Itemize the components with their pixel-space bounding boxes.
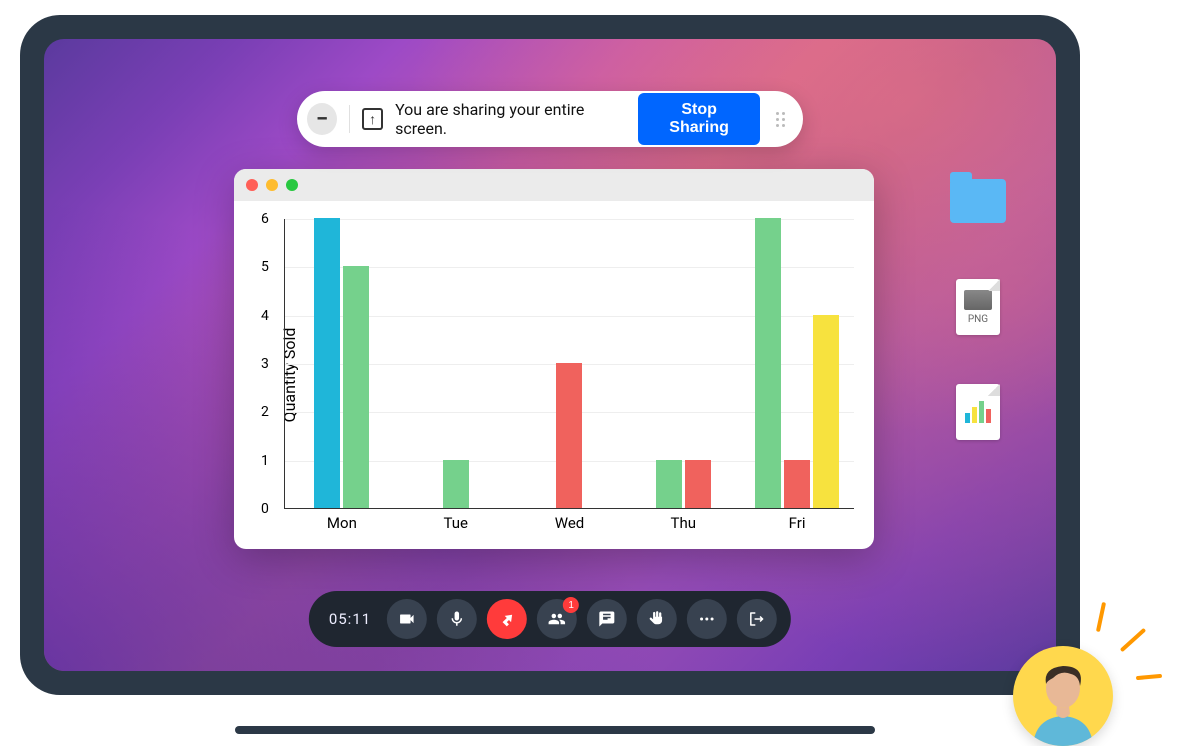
bar xyxy=(556,363,582,508)
emphasis-line-icon xyxy=(1096,602,1106,632)
screen-share-toolbar: − You are sharing your entire screen. St… xyxy=(297,91,803,147)
maximize-window-button[interactable] xyxy=(286,179,298,191)
drag-handle-icon[interactable] xyxy=(772,112,785,127)
chat-button[interactable] xyxy=(587,599,627,639)
bar-group: Fri xyxy=(740,219,854,508)
window-titlebar[interactable] xyxy=(234,169,874,201)
bar-group: Mon xyxy=(285,219,399,508)
minimize-window-button[interactable] xyxy=(266,179,278,191)
bar xyxy=(813,315,839,508)
x-tick-label: Tue xyxy=(443,514,467,532)
chat-icon xyxy=(598,610,616,628)
call-control-toolbar: 05:11 1 xyxy=(309,591,791,647)
desktop-screen: − You are sharing your entire screen. St… xyxy=(44,39,1056,671)
chart-area: Quantity Sold 0123456MonTueWedThuFri xyxy=(234,201,874,549)
tablet-device-frame: − You are sharing your entire screen. St… xyxy=(20,15,1080,695)
camera-button[interactable] xyxy=(387,599,427,639)
share-screen-button[interactable] xyxy=(487,599,527,639)
microphone-icon xyxy=(448,610,466,628)
y-tick-label: 1 xyxy=(261,453,269,469)
bar-group: Thu xyxy=(626,219,740,508)
bar xyxy=(755,218,781,508)
bar-chart-plot: 0123456MonTueWedThuFri xyxy=(284,219,854,509)
person-icon xyxy=(1023,656,1103,746)
bar xyxy=(443,460,469,508)
y-tick-label: 4 xyxy=(261,308,269,324)
leave-call-button[interactable] xyxy=(737,599,777,639)
participants-badge: 1 xyxy=(563,597,579,613)
desktop-folder-icon[interactable] xyxy=(948,179,1008,223)
emphasis-line-icon xyxy=(1120,628,1146,652)
share-status-text: You are sharing your entire screen. xyxy=(395,100,626,138)
y-tick-label: 5 xyxy=(261,259,269,275)
device-stand xyxy=(235,726,875,734)
stop-sharing-button[interactable]: Stop Sharing xyxy=(638,93,760,145)
share-screen-icon xyxy=(362,108,383,130)
y-tick-label: 2 xyxy=(261,404,269,420)
desktop-png-file-icon[interactable]: PNG xyxy=(948,279,1008,335)
desktop-chart-file-icon[interactable] xyxy=(948,384,1008,440)
bar-group: Wed xyxy=(513,219,627,508)
exit-icon xyxy=(748,610,766,628)
x-tick-label: Fri xyxy=(789,514,806,532)
bar xyxy=(784,460,810,508)
bar-group: Tue xyxy=(399,219,513,508)
raise-hand-button[interactable] xyxy=(637,599,677,639)
share-arrow-icon xyxy=(498,610,516,628)
close-window-button[interactable] xyxy=(246,179,258,191)
emphasis-line-icon xyxy=(1136,674,1162,680)
bar xyxy=(656,460,682,508)
presenter-avatar xyxy=(1013,646,1113,746)
chart-app-window[interactable]: Quantity Sold 0123456MonTueWedThuFri xyxy=(234,169,874,549)
camera-icon xyxy=(398,610,416,628)
collapse-button[interactable]: − xyxy=(307,103,337,135)
x-tick-label: Mon xyxy=(327,514,357,532)
x-tick-label: Thu xyxy=(671,514,696,532)
y-tick-label: 6 xyxy=(261,211,269,227)
people-icon xyxy=(548,610,566,628)
hand-icon xyxy=(648,610,666,628)
microphone-button[interactable] xyxy=(437,599,477,639)
ellipsis-icon xyxy=(698,610,716,628)
y-tick-label: 0 xyxy=(261,501,269,517)
file-type-label: PNG xyxy=(968,314,988,325)
call-timer: 05:11 xyxy=(323,610,377,628)
bar xyxy=(685,460,711,508)
divider xyxy=(349,105,350,133)
y-tick-label: 3 xyxy=(261,356,269,372)
more-options-button[interactable] xyxy=(687,599,727,639)
x-tick-label: Wed xyxy=(555,514,585,532)
participants-button[interactable]: 1 xyxy=(537,599,577,639)
bar xyxy=(314,218,340,508)
bar xyxy=(343,266,369,508)
